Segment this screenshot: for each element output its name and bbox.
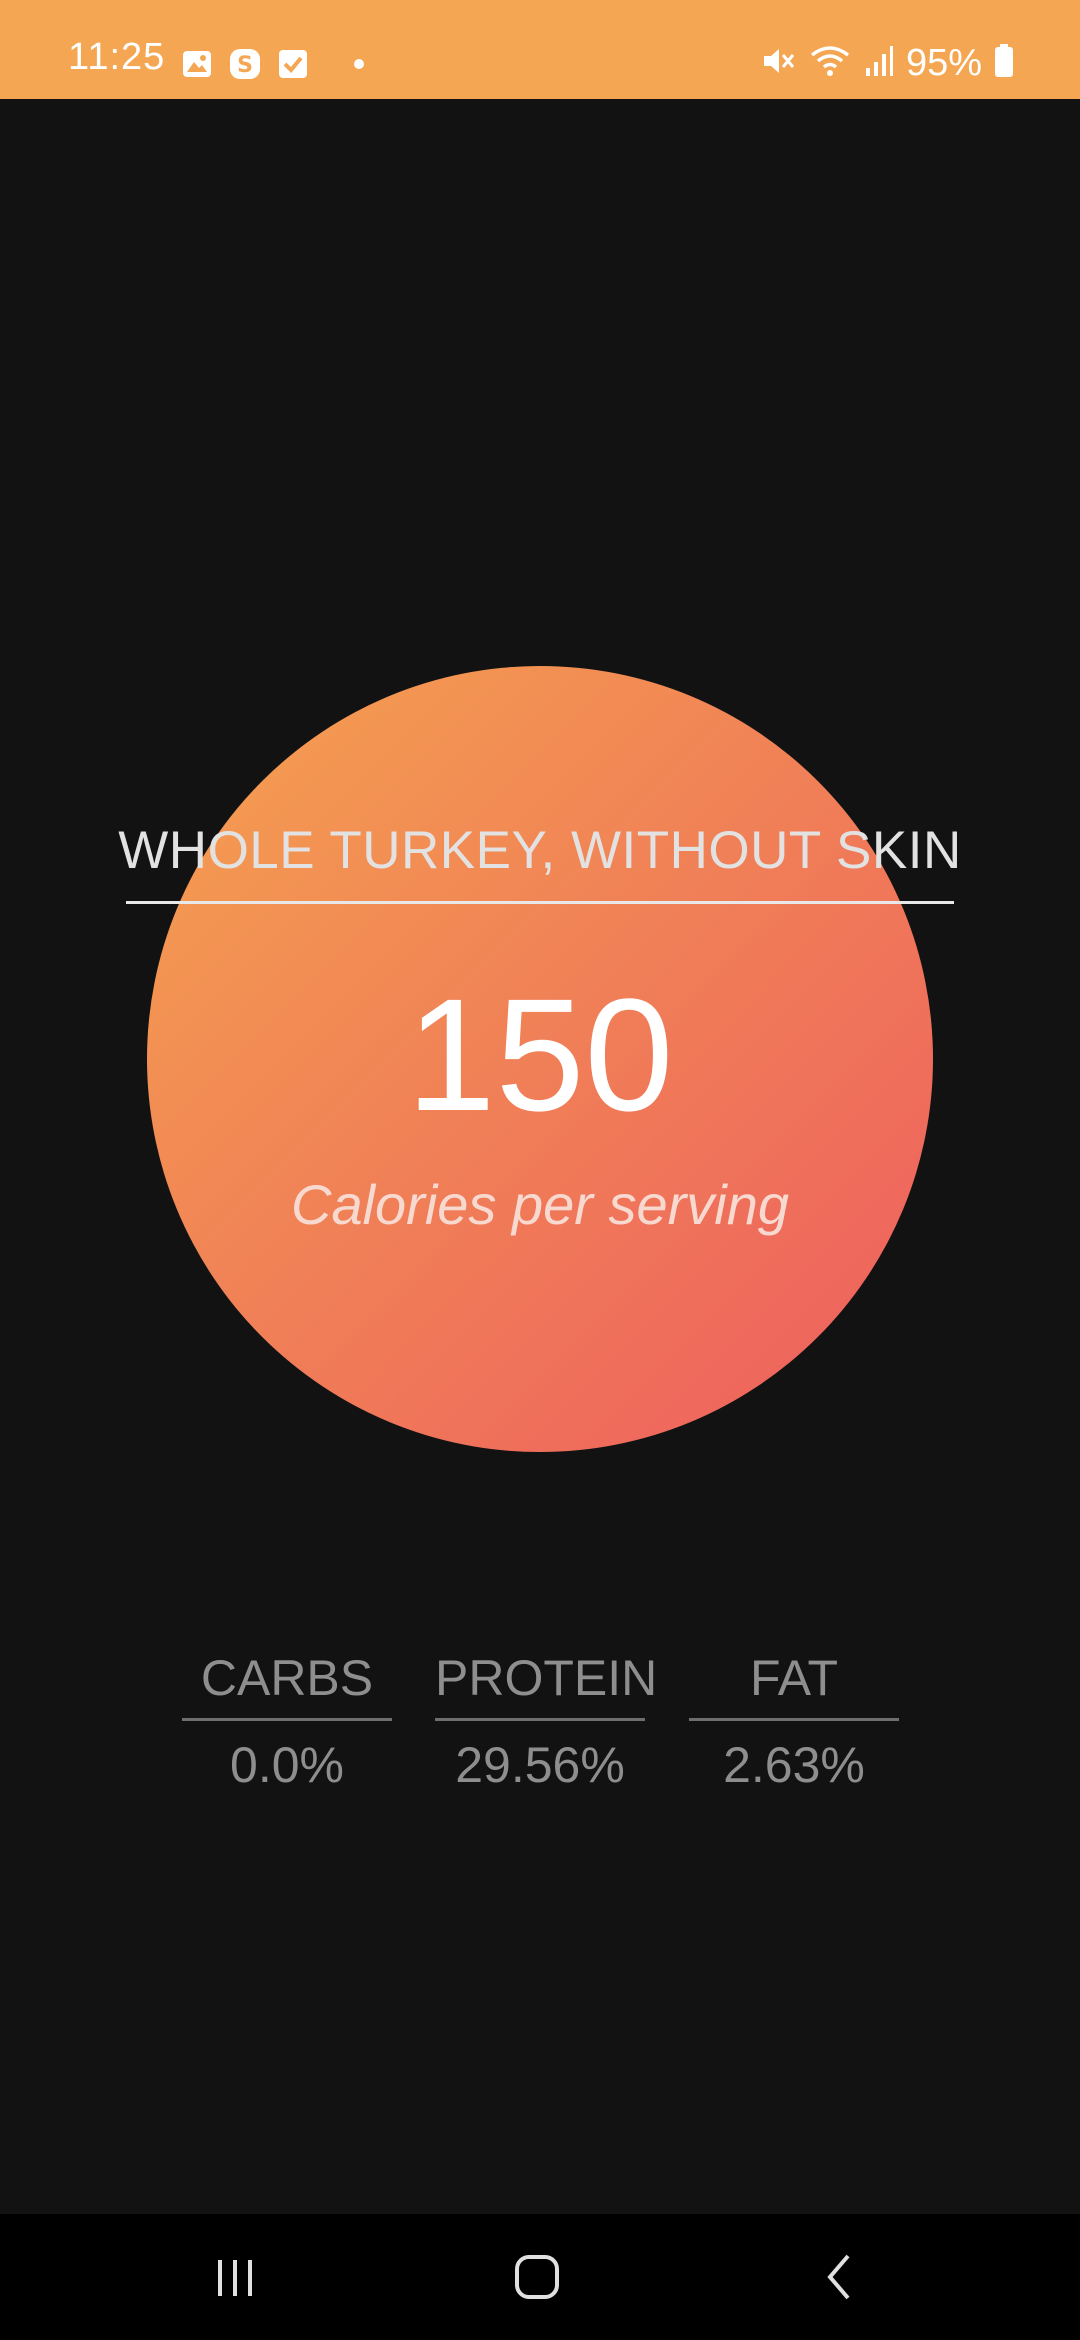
food-name-underline xyxy=(126,901,954,904)
back-icon xyxy=(827,2254,850,2300)
battery-percent: 95% xyxy=(905,41,982,84)
food-name[interactable]: WHOLE TURKEY, WITHOUT SKIN xyxy=(110,820,970,881)
notification-icons: S xyxy=(180,44,364,84)
dot-icon xyxy=(354,59,364,69)
mute-icon xyxy=(760,43,796,84)
macro-divider xyxy=(435,1718,645,1721)
macro-value: 29.56% xyxy=(455,1737,625,1793)
macro-label: PROTEIN xyxy=(435,1650,658,1706)
calories-value: 150 xyxy=(406,965,674,1144)
macros-row: CARBS 0.0% PROTEIN 29.56% FAT 2.63% xyxy=(0,1648,1080,1798)
macro-label: FAT xyxy=(750,1650,838,1706)
macro-divider xyxy=(182,1718,392,1721)
macro-value: 0.0% xyxy=(230,1737,344,1793)
macro-fat: FAT 2.63% xyxy=(689,1648,899,1795)
calories-label: Calories per serving xyxy=(291,1173,789,1236)
status-time: 11:25 xyxy=(68,36,166,78)
macro-divider xyxy=(689,1718,899,1721)
skype-icon: S xyxy=(228,47,262,81)
status-bar: 11:25 S 95% xyxy=(0,0,1080,99)
macro-value: 2.63% xyxy=(723,1737,865,1793)
checkbox-icon xyxy=(276,47,310,81)
macro-label: CARBS xyxy=(200,1650,374,1706)
macro-carbs: CARBS 0.0% xyxy=(182,1648,392,1795)
home-button[interactable] xyxy=(497,2244,577,2310)
wifi-icon xyxy=(808,43,852,84)
signal-icon xyxy=(864,44,894,83)
svg-text:S: S xyxy=(237,53,253,78)
home-icon xyxy=(515,2255,559,2299)
back-button[interactable] xyxy=(800,2244,880,2310)
battery-icon xyxy=(994,43,1014,83)
gallery-icon xyxy=(180,47,214,81)
system-icons: 95% xyxy=(760,38,1014,88)
recents-button[interactable] xyxy=(195,2244,275,2310)
navigation-bar xyxy=(0,2214,1080,2340)
macro-protein: PROTEIN 29.56% xyxy=(435,1648,658,1795)
app-screen: 11:25 S 95% WHOLE TURKEY, WITHOUT SKIN 1… xyxy=(0,0,1080,2340)
recents-icon xyxy=(218,2260,252,2296)
